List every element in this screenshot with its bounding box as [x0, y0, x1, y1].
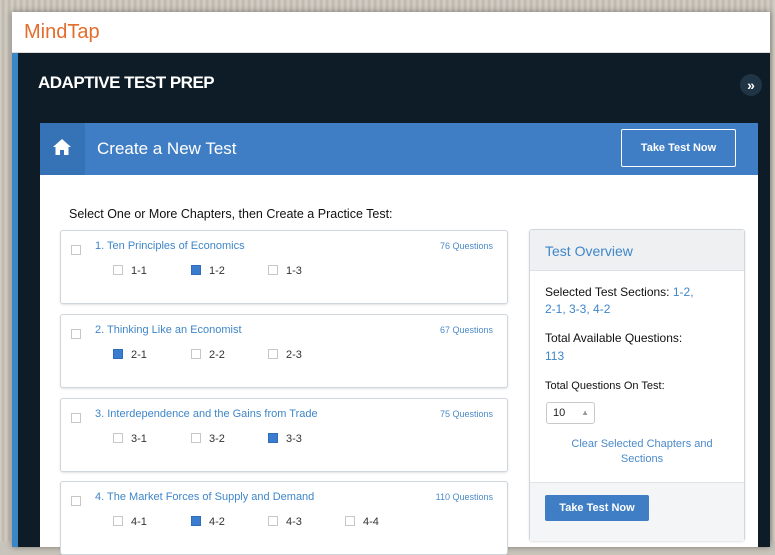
overview-header: Test Overview	[530, 230, 744, 271]
section-checkbox[interactable]	[191, 433, 201, 443]
available-questions-label: Total Available Questions:	[545, 331, 683, 345]
section-option[interactable]: 4-4	[345, 516, 379, 532]
section-checkbox[interactable]	[113, 516, 123, 526]
section-label: 4-3	[286, 516, 302, 528]
instructions-text: Select One or More Chapters, then Create…	[69, 207, 393, 221]
chapter-checkbox[interactable]	[71, 245, 81, 255]
app-header: ADAPTIVE TEST PREP »	[12, 53, 770, 123]
selected-sections-label: Selected Test Sections:	[545, 285, 670, 299]
section-label: 3-3	[286, 433, 302, 445]
questions-on-test-label: Total Questions On Test:	[545, 380, 665, 392]
take-test-now-button[interactable]: Take Test Now	[621, 129, 736, 167]
section-option[interactable]: 1-3	[268, 265, 302, 281]
chapter-checkbox[interactable]	[71, 329, 81, 339]
overview-footer: Take Test Now	[530, 482, 744, 541]
overview-title: Test Overview	[545, 243, 633, 259]
take-test-now-button-bottom[interactable]: Take Test Now	[545, 495, 649, 521]
app-window: MindTap ADAPTIVE TEST PREP » Create a Ne…	[12, 12, 770, 555]
chapter-question-count: 75 Questions	[439, 409, 493, 419]
section-checkbox[interactable]	[268, 349, 278, 359]
section-option[interactable]: 3-2	[191, 433, 225, 449]
section-option[interactable]: 2-3	[268, 349, 302, 365]
chapter-title[interactable]: 2. Thinking Like an Economist	[95, 324, 242, 336]
chapter-question-count: 67 Questions	[439, 325, 493, 335]
section-list: 4-1 4-2 4-3 4-4	[113, 516, 493, 532]
section-label: 4-2	[209, 516, 225, 528]
section-option[interactable]: 4-3	[268, 516, 302, 532]
section-label: 2-1	[131, 349, 147, 361]
section-option[interactable]: 1-1	[113, 265, 147, 281]
section-option[interactable]: 2-1	[113, 349, 147, 365]
section-option[interactable]: 3-1	[113, 433, 147, 449]
section-checkbox[interactable]	[113, 265, 123, 275]
section-label: 1-2	[209, 265, 225, 277]
mindtap-logo: MindTap	[24, 21, 100, 43]
section-checkbox[interactable]	[191, 516, 201, 526]
section-label: 4-1	[131, 516, 147, 528]
brand-bar: MindTap	[12, 12, 770, 53]
section-option[interactable]: 4-1	[113, 516, 147, 532]
section-label: 4-4	[363, 516, 379, 528]
chapter-title[interactable]: 1. Ten Principles of Economics	[95, 240, 245, 252]
section-list: 2-1 2-2 2-3	[113, 349, 493, 365]
section-list: 1-1 1-2 1-3	[113, 265, 493, 281]
clear-selection-link[interactable]: Clear Selected Chapters and Sections	[550, 437, 734, 467]
stepper-arrows-icon[interactable]: ▲	[581, 403, 589, 423]
chapter-card: 3. Interdependence and the Gains from Tr…	[60, 398, 508, 472]
panel-header: Create a New Test Take Test Now	[40, 123, 758, 175]
chapter-checkbox[interactable]	[71, 496, 81, 506]
panel-title: Create a New Test	[97, 139, 237, 158]
chapter-card: 2. Thinking Like an Economist 67 Question…	[60, 314, 508, 388]
available-questions-value: 113	[545, 349, 565, 363]
section-checkbox[interactable]	[268, 265, 278, 275]
app-title: ADAPTIVE TEST PREP	[38, 73, 215, 92]
section-checkbox[interactable]	[268, 516, 278, 526]
chapter-title[interactable]: 4. The Market Forces of Supply and Deman…	[95, 491, 314, 503]
section-option[interactable]: 2-2	[191, 349, 225, 365]
section-label: 2-3	[286, 349, 302, 361]
chapter-card: 4. The Market Forces of Supply and Deman…	[60, 481, 508, 555]
section-option[interactable]: 3-3	[268, 433, 302, 449]
section-label: 2-2	[209, 349, 225, 361]
test-overview-card: Test Overview Selected Test Sections: 1-…	[529, 229, 745, 541]
double-chevron-right-icon[interactable]: »	[740, 74, 762, 96]
section-label: 3-1	[131, 433, 147, 445]
section-option[interactable]: 1-2	[191, 265, 225, 281]
section-checkbox[interactable]	[268, 433, 278, 443]
section-checkbox[interactable]	[345, 516, 355, 526]
section-checkbox[interactable]	[191, 349, 201, 359]
home-icon	[53, 139, 71, 155]
section-checkbox[interactable]	[113, 433, 123, 443]
chapter-card: 1. Ten Principles of Economics 76 Questio…	[60, 230, 508, 304]
left-accent-bar	[12, 53, 18, 547]
section-label: 1-1	[131, 265, 147, 277]
section-option[interactable]: 4-2	[191, 516, 225, 532]
selected-sections-value-1: 1-2,	[672, 285, 694, 299]
chapter-title[interactable]: 3. Interdependence and the Gains from Tr…	[95, 408, 318, 420]
chapter-checkbox[interactable]	[71, 413, 81, 423]
selected-sections: Selected Test Sections: 1-2,	[545, 285, 694, 299]
home-button[interactable]	[40, 123, 85, 175]
chapter-question-count: 76 Questions	[439, 241, 493, 251]
selected-sections-value-2: 2-1, 3-3, 4-2	[545, 302, 611, 316]
create-test-panel: Create a New Test Take Test Now Select O…	[40, 123, 758, 555]
section-label: 3-2	[209, 433, 225, 445]
section-checkbox[interactable]	[191, 265, 201, 275]
questions-on-test-stepper[interactable]: 10 ▲	[546, 402, 595, 424]
questions-on-test-value: 10	[553, 407, 566, 419]
section-checkbox[interactable]	[113, 349, 123, 359]
section-list: 3-1 3-2 3-3	[113, 433, 493, 449]
chapter-question-count: 110 Questions	[435, 492, 493, 502]
section-label: 1-3	[286, 265, 302, 277]
